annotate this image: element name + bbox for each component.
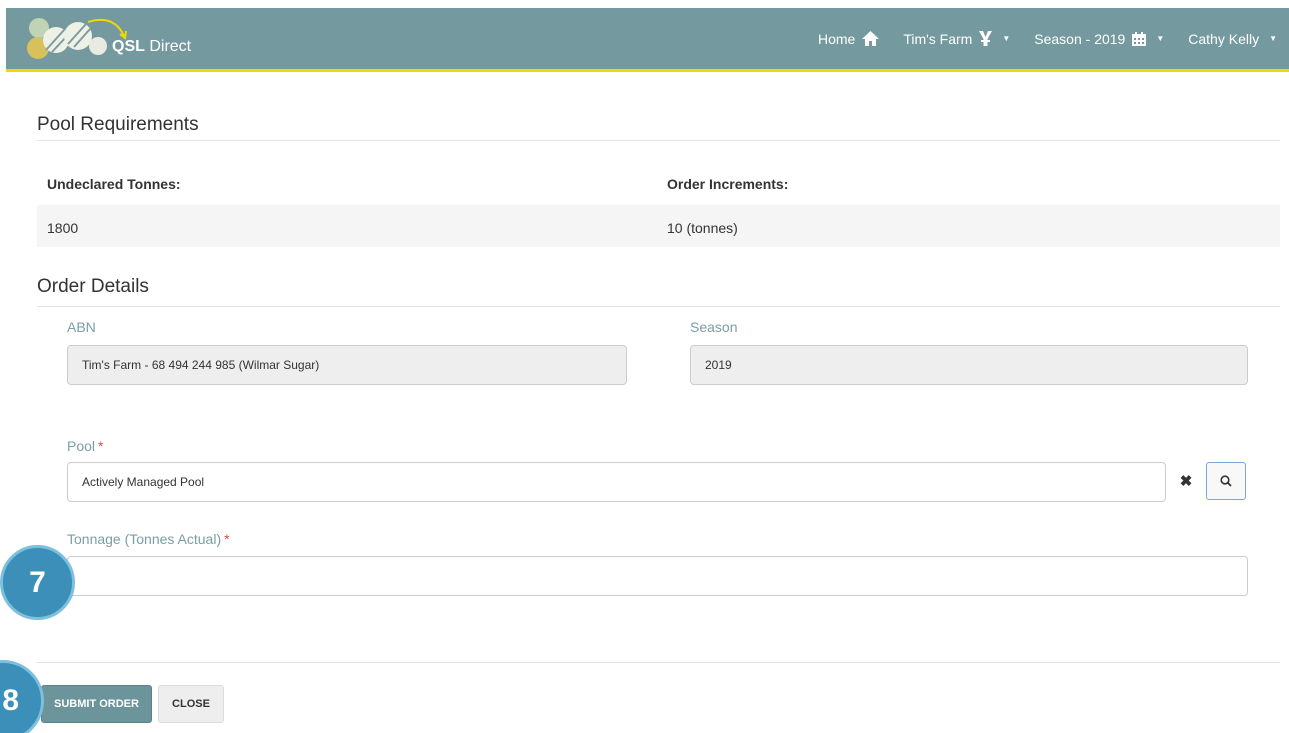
search-pool-button[interactable]: [1206, 462, 1246, 500]
step-7-callout: 7: [0, 545, 75, 620]
top-navbar: QSL Direct Home Tim's Farm ▼ Season - 20…: [6, 8, 1289, 72]
nav-season-label: Season - 2019: [1034, 30, 1126, 47]
required-asterisk: *: [98, 438, 104, 454]
footer-divider: [37, 662, 1280, 663]
required-asterisk: *: [224, 531, 230, 547]
tonnage-input[interactable]: [67, 556, 1248, 596]
section-divider: [37, 306, 1280, 307]
farm-icon: [979, 31, 993, 46]
season-field[interactable]: 2019: [690, 345, 1248, 385]
step-8-callout: 8: [0, 660, 44, 733]
brand-name[interactable]: QSL Direct: [112, 38, 191, 56]
chevron-down-icon: ▼: [1002, 34, 1011, 43]
tonnage-label: Tonnage (Tonnes Actual) *: [67, 531, 230, 547]
season-label: Season: [690, 319, 738, 335]
nav-farm-label: Tim's Farm: [903, 30, 973, 47]
undeclared-tonnes-value: 1800: [47, 220, 79, 236]
section-divider: [37, 140, 1280, 141]
nav-farm-dropdown[interactable]: Tim's Farm ▼: [891, 31, 1022, 47]
abn-label: ABN: [67, 319, 96, 335]
pool-input[interactable]: Actively Managed Pool: [67, 462, 1166, 502]
chevron-down-icon: ▼: [1269, 34, 1277, 43]
submit-order-button[interactable]: SUBMIT ORDER: [41, 685, 152, 723]
nav-user-dropdown[interactable]: Cathy Kelly ▼: [1176, 31, 1289, 47]
close-button[interactable]: CLOSE: [158, 685, 224, 723]
requirements-row: [37, 205, 1280, 247]
nav-home[interactable]: Home: [806, 31, 891, 47]
calendar-icon: [1132, 31, 1147, 46]
nav-user-label: Cathy Kelly: [1188, 30, 1260, 47]
search-icon: [1220, 475, 1232, 487]
abn-field[interactable]: Tim's Farm - 68 494 244 985 (Wilmar Suga…: [67, 345, 627, 385]
close-icon: ✖: [1179, 473, 1193, 490]
nav-home-label: Home: [817, 30, 856, 47]
order-increments-value: 10 (tonnes): [667, 220, 738, 236]
chevron-down-icon: ▼: [1156, 34, 1165, 43]
clear-pool-button[interactable]: ✖: [1167, 462, 1205, 500]
order-details-title: Order Details: [37, 276, 149, 297]
home-icon: [862, 31, 880, 46]
undeclared-tonnes-label: Undeclared Tonnes:: [47, 176, 181, 192]
nav-season-dropdown[interactable]: Season - 2019 ▼: [1022, 31, 1176, 47]
order-increments-label: Order Increments:: [667, 176, 789, 192]
pool-requirements-title: Pool Requirements: [37, 114, 199, 135]
pool-label: Pool *: [67, 438, 104, 454]
